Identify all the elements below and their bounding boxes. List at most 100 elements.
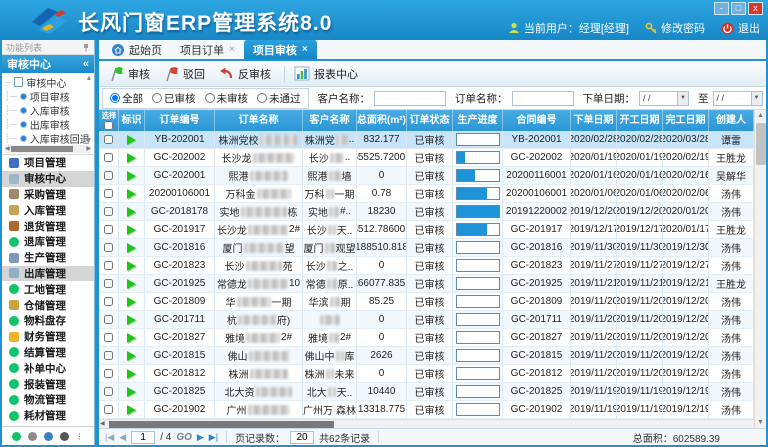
last-page-icon[interactable]: ▶| xyxy=(209,432,218,443)
first-page-icon[interactable]: |◀ xyxy=(105,432,114,443)
row-checkbox[interactable] xyxy=(104,171,113,180)
tree-scroll-thumb[interactable] xyxy=(11,146,73,152)
row-checkbox[interactable] xyxy=(104,351,113,360)
column-header-5[interactable]: 总面积(m²) xyxy=(357,110,407,131)
table-row[interactable]: GC-201711杭府)0已审核GC-2017112019/11/202019/… xyxy=(99,311,754,329)
sidebar-item-returns[interactable]: 退货管理 xyxy=(2,218,94,234)
order-name-input[interactable] xyxy=(512,91,574,106)
column-header-9[interactable]: 下单日期 xyxy=(571,110,617,131)
row-checkbox[interactable] xyxy=(104,261,113,270)
sidebar-item-site[interactable]: 工地管理 xyxy=(2,281,94,297)
status-filter-1[interactable]: 已审核 xyxy=(152,91,196,106)
radio-全部[interactable] xyxy=(110,93,120,103)
tree-item-3[interactable]: ┊─出库审核 xyxy=(5,117,84,131)
row-checkbox[interactable] xyxy=(104,315,113,324)
column-header-8[interactable]: 合同编号 xyxy=(503,110,571,131)
column-header-1[interactable]: 标识 xyxy=(119,110,145,131)
column-header-10[interactable]: 开工日期 xyxy=(617,110,663,131)
order-date-picker[interactable]: / / ▼ xyxy=(639,91,689,106)
row-checkbox[interactable] xyxy=(104,387,113,396)
column-header-11[interactable]: 完工日期 xyxy=(663,110,709,131)
scroll-down-icon[interactable]: ▼ xyxy=(755,417,766,428)
table-row[interactable]: GC-201823长沙苑长沙之..0已审核GC-2018232019/11/27… xyxy=(99,257,754,275)
minimize-button[interactable]: - xyxy=(714,2,729,15)
toolbar-button-green-flag[interactable]: 审核 xyxy=(105,64,157,84)
sidebar-item-project[interactable]: 项目管理 xyxy=(2,155,94,171)
close-button[interactable]: x xyxy=(748,2,763,15)
go-button[interactable]: GO xyxy=(176,432,192,443)
row-checkbox[interactable] xyxy=(104,405,113,414)
table-row[interactable]: GC-201812株洲株洲未来0已审核GC-2018122019/11/2020… xyxy=(99,365,754,383)
toolbar-button-undo-arrow[interactable]: 反审核 xyxy=(215,64,278,84)
scroll-right-icon[interactable]: ▶ xyxy=(86,145,91,154)
column-header-0[interactable]: 选择 xyxy=(99,110,119,131)
status-filter-2[interactable]: 未审核 xyxy=(205,91,249,106)
tree-horizontal-scrollbar[interactable]: ◀ ▶ xyxy=(5,145,91,153)
column-header-2[interactable]: 订单编号 xyxy=(145,110,215,131)
report-icon[interactable] xyxy=(60,432,69,441)
tab-home[interactable]: 起始页 xyxy=(103,40,171,59)
prev-page-icon[interactable]: ◀ xyxy=(119,432,126,443)
sidebar-item-audit[interactable]: 审核中心 xyxy=(2,171,94,187)
cart-icon[interactable] xyxy=(28,432,37,441)
radio-未通过[interactable] xyxy=(257,93,267,103)
change-password-button[interactable]: 修改密码 xyxy=(645,20,705,36)
table-row[interactable]: GC-201827雅境2#雅境2#0已审核GC-2018272019/11/20… xyxy=(99,329,754,347)
sidebar-item-stock-return[interactable]: 退库管理 xyxy=(2,234,94,250)
row-checkbox[interactable] xyxy=(104,243,113,252)
tree-scroll-up-icon[interactable]: ▲ xyxy=(85,75,93,82)
tab-project-orders[interactable]: 项目订单× xyxy=(171,40,244,59)
status-filter-3[interactable]: 未通过 xyxy=(257,91,301,106)
tree-item-2[interactable]: ┊─入库审核 xyxy=(5,103,84,117)
logout-button[interactable]: 退出 xyxy=(721,20,760,36)
collapse-icon[interactable]: « xyxy=(83,58,89,70)
select-all-checkbox[interactable] xyxy=(104,121,113,130)
scroll-left-icon[interactable]: ◀ xyxy=(100,420,105,428)
column-header-6[interactable]: 订单状态 xyxy=(407,110,453,131)
row-checkbox[interactable] xyxy=(104,279,113,288)
table-vertical-scrollbar[interactable]: ▲ ▼ xyxy=(754,110,766,428)
sidebar-item-warehouse[interactable]: 仓储管理 xyxy=(2,297,94,313)
pen-icon[interactable] xyxy=(44,432,53,441)
tree-root[interactable]: ─ 审核中心 xyxy=(5,75,84,89)
table-row[interactable]: GC-201825北大资北大天..10440已审核GC-2018252019/1… xyxy=(99,383,754,401)
sidebar-item-inventory[interactable]: 物料盘存 xyxy=(2,313,94,329)
column-header-3[interactable]: 订单名称 xyxy=(215,110,303,131)
table-row[interactable]: GC-201917长沙龙2#长沙天..8512.78600..已审核GC-201… xyxy=(99,221,754,239)
tab-close-icon[interactable]: × xyxy=(302,44,308,55)
column-header-4[interactable]: 客户名称 xyxy=(303,110,357,131)
sidebar-item-reorder[interactable]: 补单中心 xyxy=(2,360,94,376)
sidebar-item-consumables[interactable]: 耗材管理 xyxy=(2,408,94,424)
table-row[interactable]: GC-202002长沙龙长沙..65525.7200..已审核GC-202002… xyxy=(99,149,754,167)
radio-未审核[interactable] xyxy=(205,93,215,103)
page-size-input[interactable] xyxy=(290,431,314,444)
tree-scroll-down-icon[interactable]: ▼ xyxy=(85,137,93,144)
chevron-down-icon[interactable]: ▼ xyxy=(751,92,762,105)
table-row[interactable]: GC-2018178实地栋实地#..18230已审核20191220002201… xyxy=(99,203,754,221)
table-row[interactable]: GC-201925常德龙10常德原..266077.835..已审核GC-201… xyxy=(99,275,754,293)
table-row[interactable]: GC-201902广州广州万森林13318.775已审核GC-201902201… xyxy=(99,401,754,419)
row-checkbox[interactable] xyxy=(104,297,113,306)
sidebar-item-outbound[interactable]: 出库管理 xyxy=(2,266,94,282)
sidebar-item-purchase-cart[interactable]: 采购管理 xyxy=(2,187,94,203)
tab-project-audit[interactable]: 项目审核× xyxy=(244,40,317,59)
toolbar-button-chart[interactable]: 报表中心 xyxy=(291,64,365,84)
sidebar-section-header[interactable]: 审核中心 « xyxy=(2,55,94,73)
row-checkbox[interactable] xyxy=(104,225,113,234)
row-checkbox[interactable] xyxy=(104,207,113,216)
table-horizontal-scrollbar[interactable]: ◀ xyxy=(99,419,754,428)
row-checkbox[interactable] xyxy=(104,189,113,198)
tree-item-1[interactable]: ┊─项目审核 xyxy=(5,89,84,103)
chevron-down-icon[interactable]: ▼ xyxy=(677,92,688,105)
more-icon[interactable]: ⋮ xyxy=(76,432,85,441)
row-checkbox[interactable] xyxy=(104,153,113,162)
order-date-to-picker[interactable]: / / ▼ xyxy=(713,91,763,106)
sidebar-item-inbound[interactable]: 入库管理 xyxy=(2,202,94,218)
toolbar-button-red-flag[interactable]: 驳回 xyxy=(160,64,212,84)
next-page-icon[interactable]: ▶ xyxy=(197,432,204,443)
vertical-scroll-thumb[interactable] xyxy=(756,123,766,165)
column-header-12[interactable]: 创建人 xyxy=(709,110,754,131)
scroll-left-icon[interactable]: ◀ xyxy=(5,145,10,154)
sidebar-item-production[interactable]: 生产管理 xyxy=(2,250,94,266)
tab-close-icon[interactable]: × xyxy=(229,44,235,55)
